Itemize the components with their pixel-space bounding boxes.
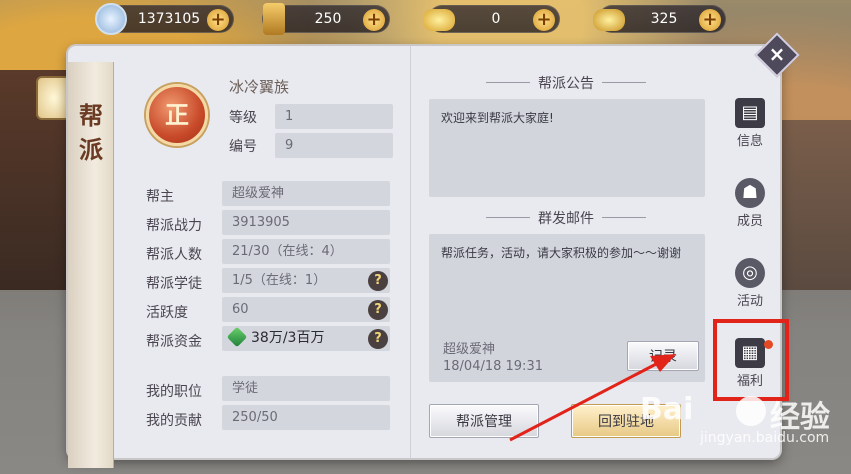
baidu-watermark: Bai 经验 jingyan.baidu.com — [640, 392, 850, 472]
paw-icon — [736, 396, 766, 426]
close-icon: × — [768, 42, 786, 66]
watermark-brand: Bai — [640, 392, 694, 427]
watermark-url: jingyan.baidu.com — [700, 430, 830, 446]
